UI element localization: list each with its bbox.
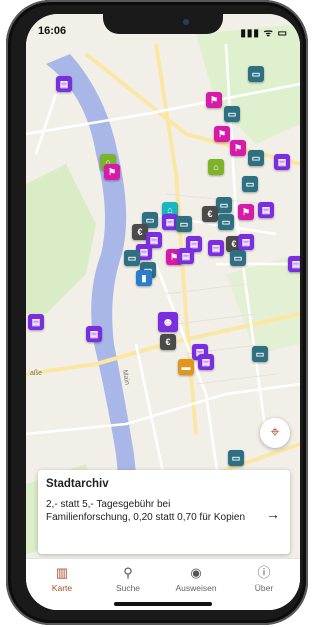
map-pin[interactable]: ▭	[230, 250, 246, 266]
place-description: 2,- statt 5,- Tagesgebühr bei Familienfo…	[46, 499, 246, 523]
tab-label: Über	[254, 583, 274, 593]
map-pin[interactable]: ▤	[86, 326, 102, 342]
map-pin[interactable]: ▭	[248, 66, 264, 82]
locate-me-button[interactable]: ⌖	[260, 418, 290, 448]
home-indicator[interactable]	[114, 602, 212, 606]
tab-ausweisen[interactable]: ◉ Ausweisen	[166, 565, 226, 593]
map-pin[interactable]: ▤	[28, 314, 44, 330]
map-pin[interactable]: ▬	[178, 359, 194, 375]
map-pin[interactable]: ☻	[158, 312, 178, 332]
info-icon: ⓘ	[257, 565, 271, 580]
tab-label: Suche	[115, 583, 141, 593]
status-icons: ▮▮▮ ᯤ ▭	[240, 28, 288, 39]
map-icon: ▥	[55, 565, 69, 580]
map-pin[interactable]: ▭	[216, 197, 232, 213]
map-pin[interactable]: ⚑	[238, 204, 254, 220]
map-pin[interactable]: ▮	[136, 270, 152, 286]
arrow-right-icon[interactable]: →	[266, 506, 280, 522]
tab-karte[interactable]: ▥ Karte	[32, 565, 92, 593]
crosshair-icon: ⌖	[270, 424, 280, 441]
street-label: aße	[30, 370, 43, 377]
eye-icon: ◉	[190, 565, 202, 580]
map-pin[interactable]: ▭	[124, 250, 140, 266]
map-pin[interactable]: ⚑	[214, 126, 230, 142]
map-pin[interactable]: ▤	[208, 240, 224, 256]
map-pin[interactable]: ▤	[198, 354, 214, 370]
map-pin[interactable]: €	[202, 206, 218, 222]
status-time: 16:06	[38, 25, 67, 37]
map-pin[interactable]: ⚑	[206, 92, 222, 108]
map-pin[interactable]: €	[160, 334, 176, 350]
place-detail-card[interactable]: Stadtarchiv 2,- statt 5,- Tagesgebühr be…	[38, 470, 290, 554]
map-pin[interactable]: ⚑	[230, 140, 246, 156]
map-pin[interactable]: ⚑	[104, 164, 120, 180]
tab-label: Karte	[51, 583, 73, 593]
tab-suche[interactable]: ⚲ Suche	[98, 565, 158, 593]
map-pin[interactable]: ▤	[178, 248, 194, 264]
map-pin[interactable]: ▤	[238, 234, 254, 250]
map-pin[interactable]: ▭	[242, 176, 258, 192]
map-pin[interactable]: ▤	[258, 202, 274, 218]
map-pin[interactable]: ▭	[252, 346, 268, 362]
map-pin[interactable]: ⌂	[208, 159, 224, 175]
app-screen: aße Main ▤ ▭ ⚑ ▭ ⚑ ⚑ ▭ ▤ ⌂ ⚑ ⌂ ▭ ▭ € ▭ ⚑…	[26, 14, 300, 610]
map-pin[interactable]: ▭	[176, 216, 192, 232]
status-bar: 16:06 ▮▮▮ ᯤ ▭	[26, 14, 300, 44]
map-pin[interactable]: ▤	[274, 154, 290, 170]
map-pin[interactable]: ▤	[288, 256, 300, 272]
map-pin[interactable]: ▭	[224, 106, 240, 122]
map-pin[interactable]: ▭	[218, 214, 234, 230]
place-title: Stadtarchiv	[46, 478, 109, 490]
phone-frame: aße Main ▤ ▭ ⚑ ▭ ⚑ ⚑ ▭ ▤ ⌂ ⚑ ⌂ ▭ ▭ € ▭ ⚑…	[6, 0, 308, 625]
tab-label: Ausweisen	[175, 583, 217, 593]
map-pin[interactable]: ▭	[248, 150, 264, 166]
tab-ueber[interactable]: ⓘ Über	[234, 565, 294, 593]
search-icon: ⚲	[123, 565, 133, 580]
map-pin[interactable]: ▭	[228, 450, 244, 466]
map-pin[interactable]: ▤	[56, 76, 72, 92]
